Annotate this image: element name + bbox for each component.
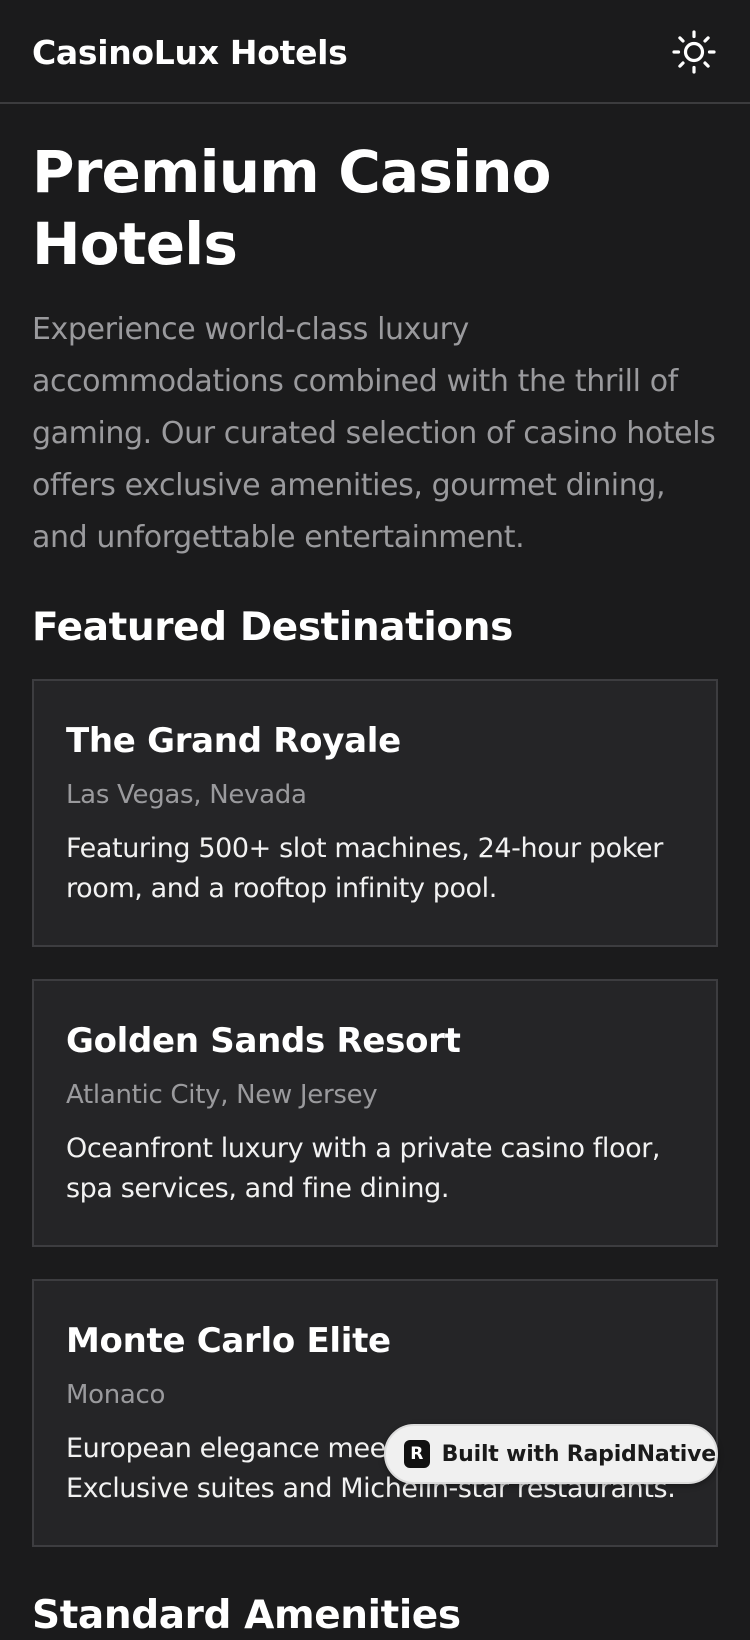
app-header: CasinoLux Hotels xyxy=(0,0,750,104)
rapidnative-logo-icon: R xyxy=(404,1440,430,1468)
hotel-location: Atlantic City, New Jersey xyxy=(66,1080,378,1110)
hotel-location: Las Vegas, Nevada xyxy=(66,780,307,810)
hotel-description: Featuring 500+ slot machines, 24-hour po… xyxy=(66,833,663,904)
page-title: Premium Casino Hotels xyxy=(32,138,552,278)
theme-toggle-button[interactable] xyxy=(670,28,718,76)
hotel-card[interactable]: The Grand Royale Las Vegas, Nevada Featu… xyxy=(32,679,718,947)
featured-heading: Featured Destinations xyxy=(32,605,513,650)
app-title: CasinoLux Hotels xyxy=(32,33,348,72)
hotel-card[interactable]: Monte Carlo Elite Monaco European elegan… xyxy=(32,1279,718,1547)
badge-label: Built with RapidNative xyxy=(441,1441,717,1467)
sun-icon xyxy=(672,30,716,74)
hotel-card[interactable]: Golden Sands Resort Atlantic City, New J… xyxy=(32,979,718,1247)
hotel-name: Monte Carlo Elite xyxy=(66,1321,391,1361)
built-with-rapidnative-badge[interactable]: R Built with RapidNative xyxy=(384,1424,718,1484)
rapidnative-logo-letter: R xyxy=(410,1444,424,1464)
hotel-description: Oceanfront luxury with a private casino … xyxy=(66,1133,661,1204)
hotel-name: Golden Sands Resort xyxy=(66,1021,461,1061)
main-content: Premium Casino Hotels Experience world-c… xyxy=(32,104,718,652)
amenities-heading: Standard Amenities xyxy=(32,1593,461,1638)
hotel-name: The Grand Royale xyxy=(66,721,401,761)
hotel-location: Monaco xyxy=(66,1380,166,1410)
intro-paragraph: Experience world-class luxury accommodat… xyxy=(32,312,716,555)
